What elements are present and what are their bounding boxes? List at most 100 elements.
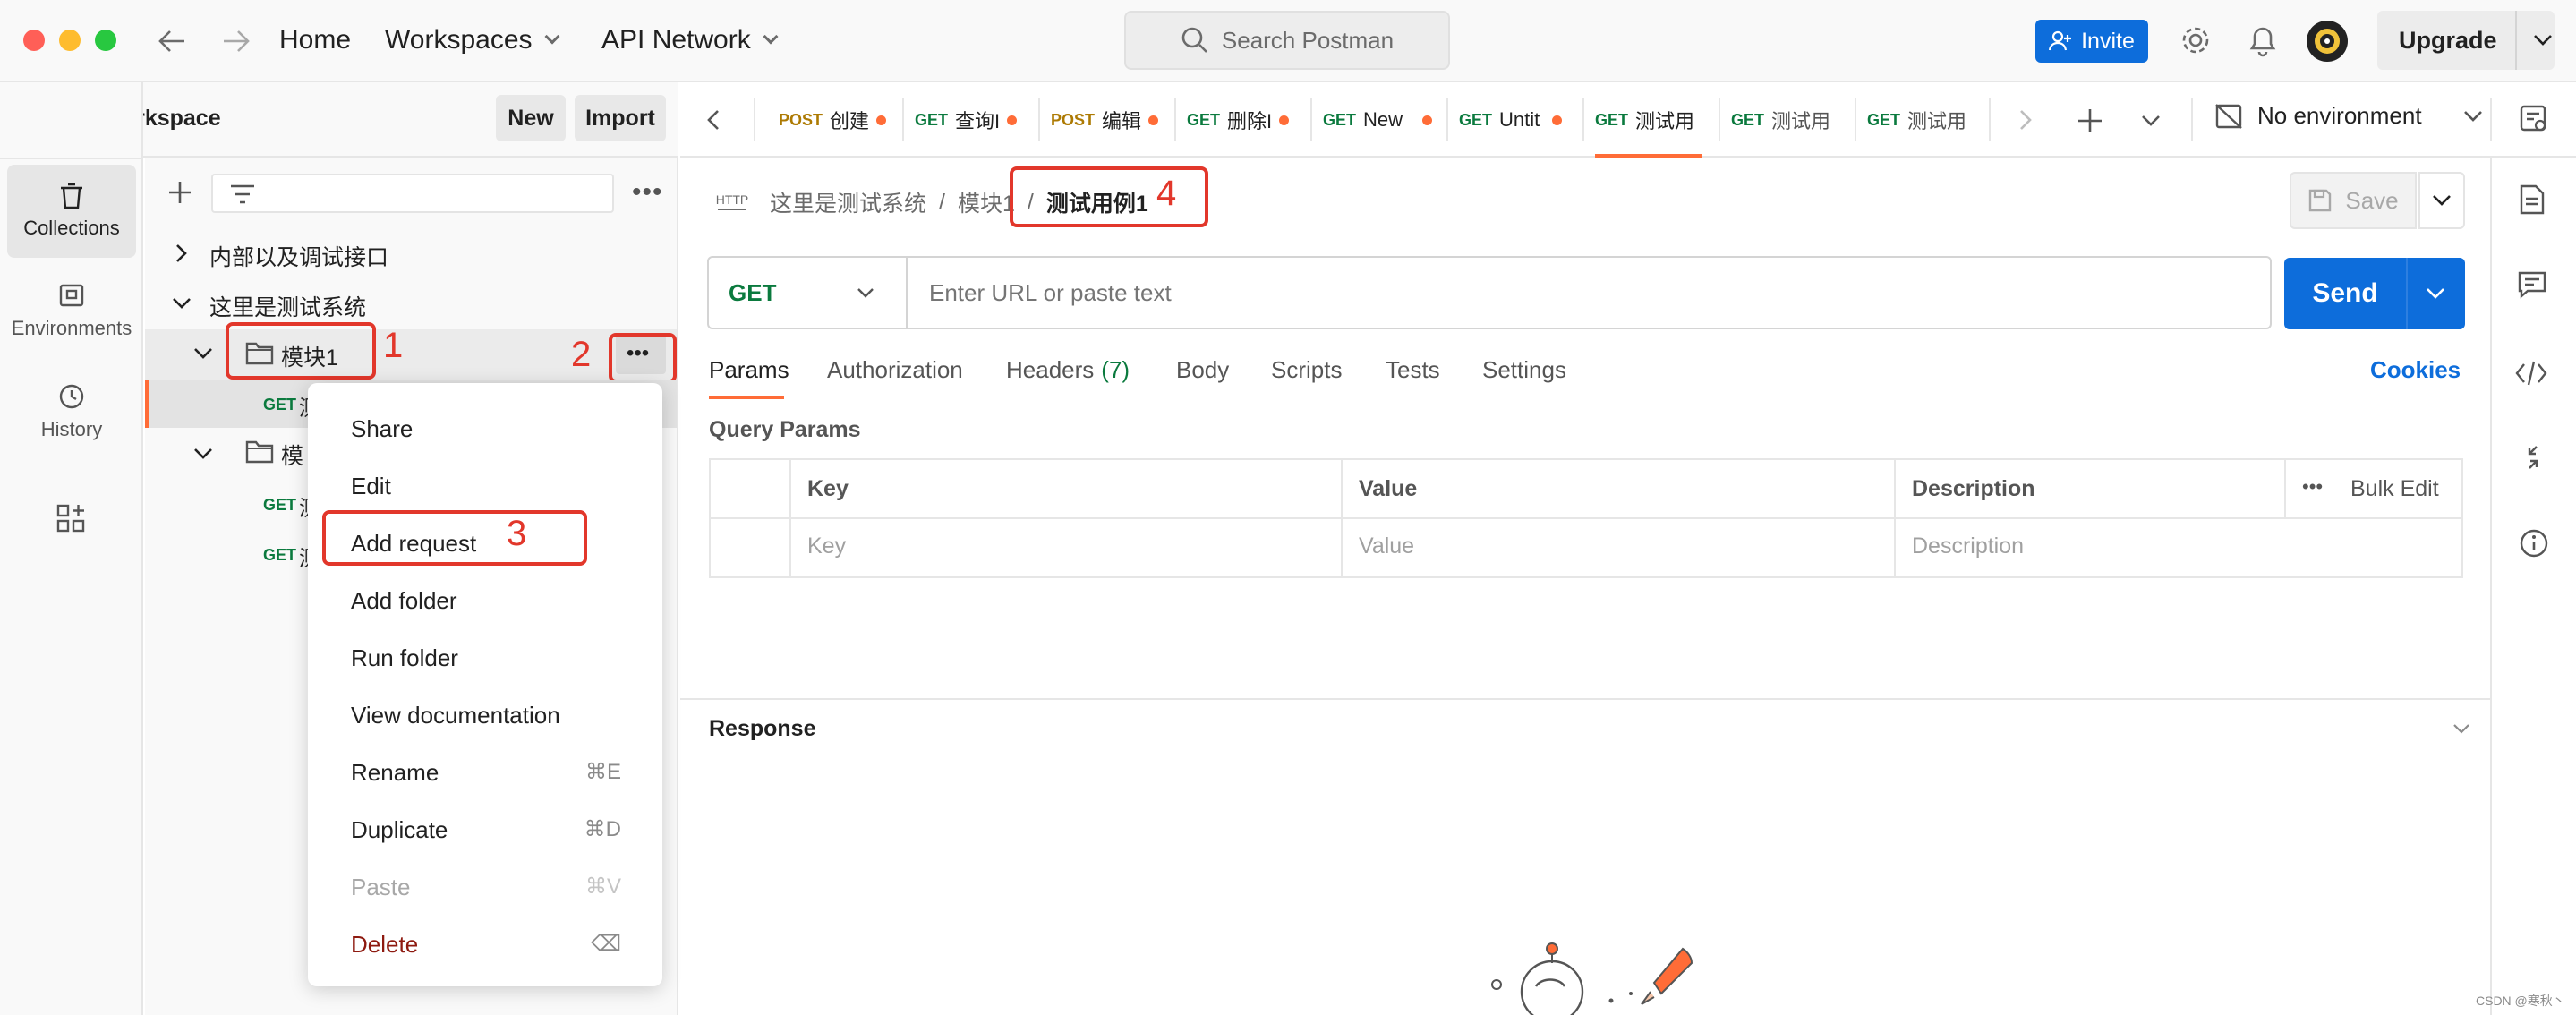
rail-label: Collections [23, 217, 120, 239]
tab-params[interactable]: Params [709, 356, 789, 384]
minimize-window-button[interactable] [59, 30, 81, 51]
menu-item-rename[interactable]: Rename [351, 759, 439, 787]
breadcrumb-collection[interactable]: 这里是测试系统 [770, 186, 926, 218]
maximize-window-button[interactable] [95, 30, 116, 51]
cookies-link[interactable]: Cookies [2370, 356, 2461, 384]
rail-collections[interactable]: Collections [7, 165, 136, 258]
menu-item-delete[interactable]: Delete [351, 931, 418, 959]
request-method: GET [263, 396, 297, 414]
documentation-icon[interactable] [2519, 184, 2546, 215]
bulk-edit-button[interactable]: Bulk Edit [2350, 476, 2439, 502]
back-arrow-icon[interactable] [158, 29, 186, 54]
filter-icon [229, 183, 256, 206]
tab-method: GET [1731, 110, 1765, 129]
api-network-menu[interactable]: API Network [601, 25, 779, 55]
add-collection-icon[interactable] [166, 179, 193, 206]
tab-scripts[interactable]: Scripts [1271, 356, 1342, 384]
menu-item-duplicate[interactable]: Duplicate [351, 816, 448, 844]
menu-item-run-folder[interactable]: Run folder [351, 644, 458, 672]
url-input[interactable] [909, 260, 2270, 326]
chevron-down-icon[interactable] [193, 347, 213, 360]
new-tab-plus-icon[interactable] [2077, 107, 2103, 134]
chevron-down-icon[interactable] [2426, 287, 2445, 300]
chevron-down-icon [2463, 110, 2483, 123]
search-input[interactable]: Search Postman [1124, 11, 1450, 70]
tab-post-create[interactable]: POST 创建 [779, 82, 887, 158]
menu-item-edit[interactable]: Edit [351, 473, 391, 500]
tab-tests[interactable]: Tests [1386, 356, 1440, 384]
method-select[interactable]: GET [709, 258, 906, 328]
tab-get-new[interactable]: GET New [1323, 82, 1433, 158]
new-button[interactable]: New [496, 95, 566, 141]
annotation-number-1: 1 [383, 326, 404, 365]
http-icon-text: HTTP [716, 192, 749, 207]
gear-icon[interactable] [2179, 23, 2213, 57]
apps-grid-icon[interactable] [55, 503, 86, 533]
environment-selector[interactable]: No environment [2214, 102, 2483, 130]
chevron-down-icon[interactable] [2141, 115, 2161, 127]
comments-icon[interactable] [2517, 270, 2547, 299]
key-input[interactable]: Key [807, 533, 846, 559]
related-collections-icon[interactable] [2521, 444, 2546, 471]
filter-input[interactable] [211, 174, 614, 213]
tab-get-delete[interactable]: GET 删除I [1187, 82, 1290, 158]
chevron-down-icon[interactable] [2452, 723, 2470, 734]
info-icon[interactable] [2519, 528, 2549, 559]
chevron-down-icon[interactable] [2533, 34, 2553, 47]
add-user-icon [2049, 30, 2072, 52]
workspaces-menu[interactable]: Workspaces [385, 25, 560, 55]
description-input[interactable]: Description [1912, 533, 2024, 559]
import-button[interactable]: Import [575, 95, 666, 141]
menu-item-add-folder[interactable]: Add folder [351, 587, 457, 615]
close-window-button[interactable] [23, 30, 45, 51]
folder-module-2[interactable]: 模 [281, 439, 303, 471]
tab-get-query[interactable]: GET 查询I [915, 82, 1018, 158]
environment-quicklook-icon[interactable] [2519, 104, 2549, 134]
value-input[interactable]: Value [1359, 533, 1414, 559]
breadcrumb-folder[interactable]: 模块1 [958, 186, 1015, 218]
chevron-right-icon[interactable] [2019, 109, 2032, 131]
save-button[interactable]: Save [2290, 172, 2417, 229]
menu-item-view-documentation[interactable]: View documentation [351, 702, 560, 729]
send-button[interactable]: Send [2284, 258, 2465, 329]
table-row-divider [711, 517, 2461, 519]
save-options-button[interactable] [2418, 172, 2465, 229]
tab-post-edit[interactable]: POST 编辑 [1051, 82, 1159, 158]
tab-label: 删除I [1227, 110, 1273, 132]
tab-get-untitled[interactable]: GET Untit [1459, 82, 1563, 158]
send-divider [2406, 258, 2408, 329]
column-header-value: Value [1359, 476, 1418, 501]
tab-body[interactable]: Body [1176, 356, 1229, 384]
bell-icon[interactable] [2247, 23, 2279, 57]
annotation-box-3 [322, 510, 587, 566]
menu-item-paste: Paste [351, 874, 411, 900]
rail-environments[interactable]: Environments [7, 265, 136, 358]
collection-test-system[interactable]: 这里是测试系统 [209, 290, 366, 322]
annotation-number-2: 2 [571, 335, 592, 374]
tab-headers[interactable]: Headers (7) [1006, 356, 1130, 384]
more-options-icon[interactable]: ••• [2302, 477, 2323, 497]
upgrade-button[interactable]: Upgrade [2377, 11, 2555, 70]
chevron-right-icon[interactable] [175, 243, 188, 263]
code-icon[interactable] [2515, 360, 2547, 387]
history-icon [57, 382, 86, 411]
home-link[interactable]: Home [279, 25, 351, 55]
chevron-down-icon[interactable] [193, 448, 213, 460]
tab-get-test-3[interactable]: GET 测试用 [1867, 82, 1966, 158]
tab-get-test-2[interactable]: GET 测试用 [1731, 82, 1830, 158]
forward-arrow-icon[interactable] [222, 29, 251, 54]
rail-label: Environments [11, 317, 132, 339]
chevron-down-icon[interactable] [172, 297, 192, 310]
environment-label: No environment [2257, 102, 2422, 129]
rail-history[interactable]: History [7, 365, 136, 458]
chevron-left-icon[interactable] [707, 109, 720, 131]
more-options-icon[interactable]: ••• [632, 179, 663, 206]
tab-get-test-active[interactable]: GET 测试用 [1595, 82, 1694, 158]
invite-button[interactable]: Invite [2035, 20, 2148, 63]
tab-authorization[interactable]: Authorization [827, 356, 963, 384]
tab-settings[interactable]: Settings [1482, 356, 1566, 384]
context-menu: Share Edit Add request Add folder Run fo… [308, 383, 662, 986]
avatar[interactable] [2306, 20, 2349, 63]
menu-item-share[interactable]: Share [351, 415, 413, 443]
collection-internal[interactable]: 内部以及调试接口 [209, 240, 388, 272]
